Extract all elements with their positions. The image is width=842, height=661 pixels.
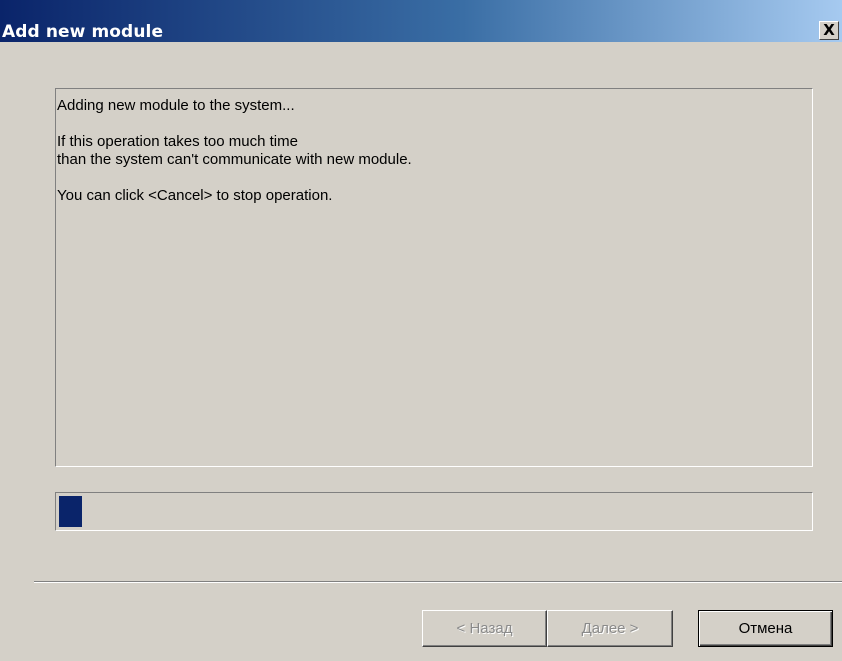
message-spacer xyxy=(57,115,812,133)
message-line-1: Adding new module to the system... xyxy=(57,97,295,114)
title-bar: Add new module X xyxy=(0,0,842,42)
separator-line xyxy=(34,581,842,583)
add-module-dialog: Add new module X Adding new module to th… xyxy=(0,0,842,661)
progress-fill xyxy=(59,496,82,527)
back-button[interactable]: < Назад xyxy=(422,610,547,647)
progress-bar xyxy=(55,492,813,531)
window-title: Add new module xyxy=(2,22,164,42)
next-button[interactable]: Далее > xyxy=(547,610,673,647)
message-line-3: than the system can't communicate with n… xyxy=(57,151,412,168)
message-line-2: If this operation takes too much time xyxy=(57,133,298,150)
close-icon: X xyxy=(823,21,835,39)
message-line-4: You can click <Cancel> to stop operation… xyxy=(57,187,333,204)
close-button[interactable]: X xyxy=(819,21,839,40)
cancel-button[interactable]: Отмена xyxy=(698,610,833,647)
message-spacer xyxy=(57,169,812,187)
message-panel: Adding new module to the system... If th… xyxy=(55,88,813,467)
